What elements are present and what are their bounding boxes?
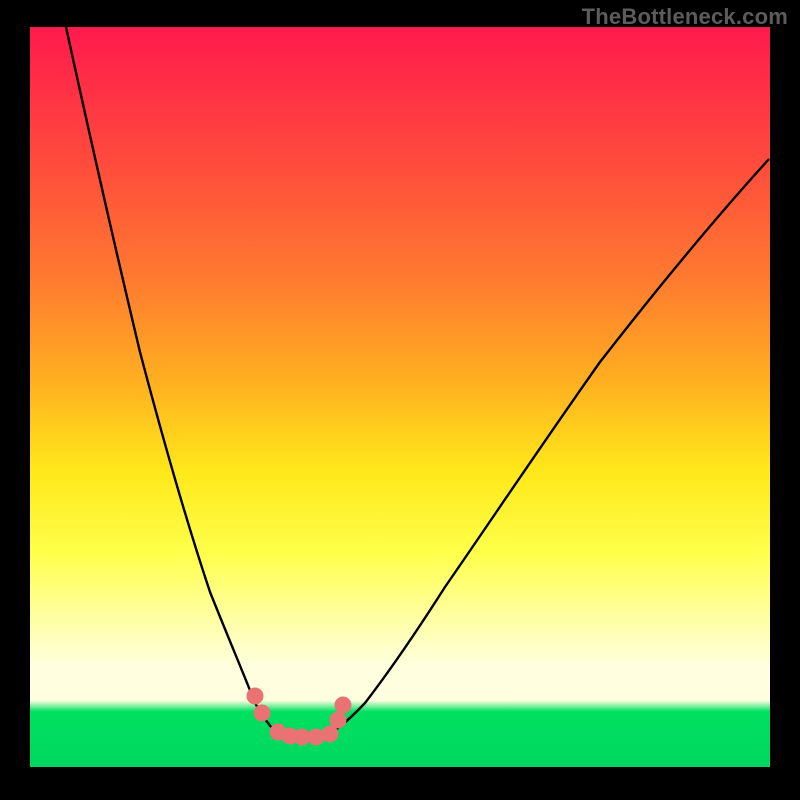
curve-left-branch — [66, 27, 277, 733]
valley-dot — [330, 712, 346, 728]
valley-dot — [247, 688, 263, 704]
watermark-text: TheBottleneck.com — [582, 4, 788, 30]
curve-right-branch — [331, 159, 769, 733]
valley-dot — [254, 705, 270, 721]
chart-frame: TheBottleneck.com — [0, 0, 800, 800]
chart-svg — [30, 27, 770, 767]
valley-dot — [322, 726, 338, 742]
valley-dot — [335, 697, 351, 713]
valley-dots-group — [247, 688, 351, 745]
valley-dot — [308, 729, 324, 745]
